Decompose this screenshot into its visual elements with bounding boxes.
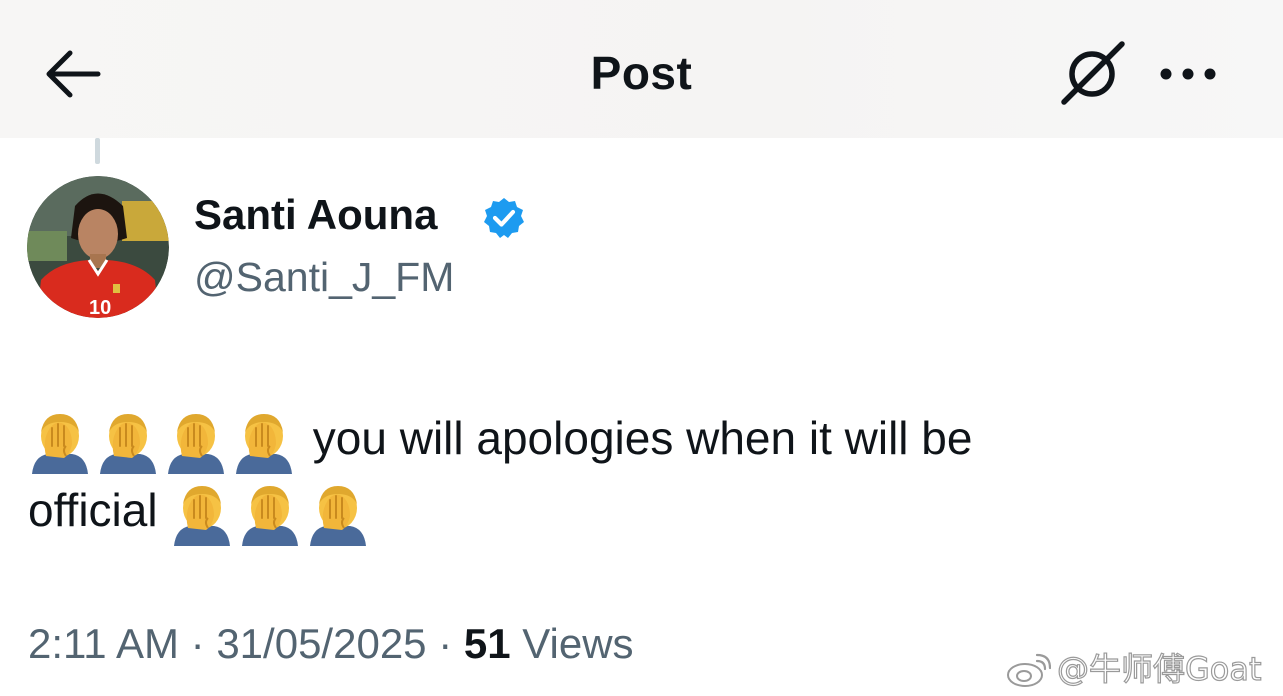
views-count[interactable]: 51 [464,620,511,667]
avatar-photo: 10 [27,176,169,318]
post-time[interactable]: 2:11 AM [28,620,179,667]
views-label[interactable]: Views [522,620,633,667]
author-display-name[interactable]: Santi Aouna [194,191,437,239]
facepalm-emoji-group [28,402,300,474]
separator: · [190,620,205,667]
post-text-line-2: official [28,484,158,536]
post-text: you will apologies when it will be offic… [28,402,1258,546]
grok-button[interactable] [1056,40,1128,108]
watermark-text: @牛师傅Goat [1056,649,1262,688]
thread-connector-line [95,138,100,164]
avatar[interactable]: 10 [27,176,169,318]
weibo-logo-icon [1007,653,1051,687]
verified-badge-icon [482,196,526,240]
svg-text:10: 10 [89,297,111,318]
post-line-1: you will apologies when it will be [28,402,1258,474]
facepalm-emoji-group [170,474,374,546]
top-bar: Post [0,0,1283,138]
author-handle[interactable]: @Santi_J_FM [194,254,454,301]
post-text-line-1: you will apologies when it will be [312,412,973,464]
facepalm-emoji-icon [174,485,231,546]
facepalm-emoji-icon [32,413,88,474]
post-date[interactable]: 31/05/2025 [216,620,426,667]
post-line-2: official [28,474,1258,546]
facepalm-emoji-icon [310,485,367,546]
facepalm-emoji-icon [168,413,224,474]
facepalm-emoji-icon [100,413,156,474]
post-metadata: 2:11 AM · 31/05/2025 · 51 Views [28,620,634,668]
grok-icon [1061,41,1125,105]
more-options-button[interactable] [1152,52,1224,96]
watermark: @牛师傅Goat [1005,644,1262,690]
facepalm-emoji-icon [242,485,299,546]
separator: · [438,620,453,667]
facepalm-emoji-icon [236,413,292,474]
more-dots-icon [1160,68,1216,80]
